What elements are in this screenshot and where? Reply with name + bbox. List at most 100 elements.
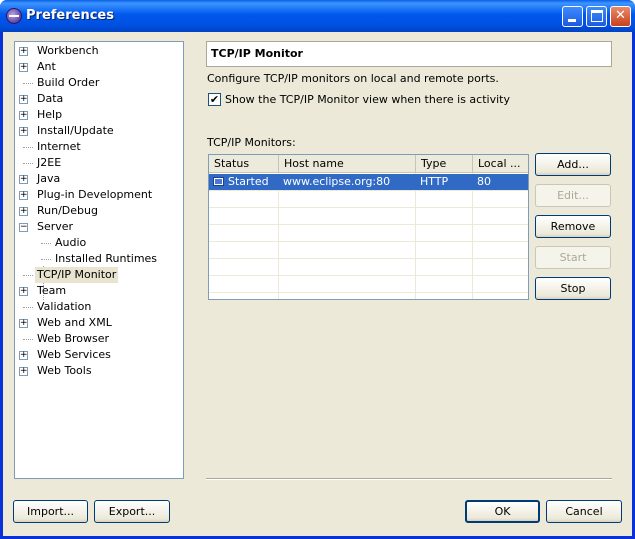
tree-item-label: Install/Update	[37, 124, 114, 137]
expand-icon[interactable]: +	[19, 127, 28, 136]
tree-connector	[23, 83, 33, 84]
empty-row	[209, 225, 528, 242]
tree-item[interactable]: Build Order	[15, 75, 183, 91]
window-title: Preferences	[26, 8, 114, 23]
maximize-button[interactable]	[586, 6, 607, 27]
tree-item[interactable]: Validation	[15, 299, 183, 315]
tree-item[interactable]: + Java	[15, 171, 183, 187]
page-title: TCP/IP Monitor	[206, 41, 612, 67]
tree-item-label: Run/Debug	[37, 204, 98, 217]
tree-connector	[41, 259, 51, 260]
expand-icon[interactable]: +	[19, 95, 28, 104]
column-header-type[interactable]: Type	[416, 155, 473, 173]
tree-item-label: Server	[37, 220, 74, 233]
tree-item-label: Team	[37, 284, 67, 297]
tree-item-label: J2EE	[37, 156, 62, 169]
column-header-host[interactable]: Host name	[279, 155, 416, 173]
minimize-button[interactable]	[562, 6, 583, 27]
expand-icon[interactable]: +	[19, 351, 28, 360]
tree-item[interactable]: Installed Runtimes	[15, 251, 183, 267]
edit-button[interactable]: Edit...	[535, 184, 611, 207]
remove-button[interactable]: Remove	[535, 215, 611, 238]
empty-row	[209, 191, 528, 208]
tree-item-label: Web Browser	[37, 332, 110, 345]
tree-item[interactable]: + Install/Update	[15, 123, 183, 139]
dialog-body: + Workbench + Ant Build Order + Data + Help + Inst…	[3, 32, 632, 536]
cancel-button[interactable]: Cancel	[546, 500, 622, 523]
monitors-label: TCP/IP Monitors:	[207, 136, 296, 149]
maximize-icon	[591, 10, 603, 22]
table-row[interactable]: Started www.eclipse.org:80 HTTP 80	[209, 174, 528, 191]
preference-tree[interactable]: + Workbench + Ant Build Order + Data + Help + Inst…	[14, 41, 184, 479]
table-header: Status Host name Type Local ...	[209, 155, 528, 173]
tree-item[interactable]: + Web Tools	[15, 363, 183, 379]
row-host: www.eclipse.org:80	[283, 175, 391, 188]
tree-item-label: Workbench	[37, 44, 99, 57]
export-button[interactable]: Export...	[94, 500, 170, 523]
checkmark-icon: ✔	[209, 93, 220, 106]
tree-item[interactable]: + Plug-in Development	[15, 187, 183, 203]
tree-item[interactable]: + Web Services	[15, 347, 183, 363]
expand-icon[interactable]: +	[19, 111, 28, 120]
tree-item-label: Web Tools	[37, 364, 92, 377]
tree-item-label: Audio	[55, 236, 87, 249]
tree-connector	[23, 147, 33, 148]
tree-item[interactable]: TCP/IP Monitor	[15, 267, 183, 283]
empty-row	[209, 259, 528, 276]
tree-item[interactable]: + Web and XML	[15, 315, 183, 331]
expand-icon[interactable]: +	[19, 47, 28, 56]
tree-item[interactable]: + Team	[15, 283, 183, 299]
expand-icon[interactable]: +	[19, 191, 28, 200]
title-bar[interactable]: Preferences ✕	[0, 0, 635, 32]
column-header-local[interactable]: Local ...	[473, 155, 528, 173]
tree-item-label: Validation	[37, 300, 92, 313]
expand-icon[interactable]: +	[19, 367, 28, 376]
add-button[interactable]: Add...	[535, 153, 611, 176]
collapse-icon[interactable]: −	[19, 223, 28, 232]
minimize-icon	[568, 19, 576, 22]
expand-icon[interactable]: +	[19, 319, 28, 328]
tree-connector	[23, 307, 33, 308]
eclipse-icon	[6, 8, 22, 24]
stop-button[interactable]: Stop	[535, 277, 611, 300]
tree-item[interactable]: + Ant	[15, 59, 183, 75]
start-button[interactable]: Start	[535, 246, 611, 269]
expand-icon[interactable]: +	[19, 175, 28, 184]
tree-item[interactable]: J2EE	[15, 155, 183, 171]
tree-item[interactable]: − Server	[15, 219, 183, 235]
tree-item-label: Internet	[37, 140, 81, 153]
show-view-checkbox[interactable]: ✔	[208, 93, 221, 106]
column-header-status[interactable]: Status	[209, 155, 279, 173]
tree-item[interactable]: + Workbench	[15, 43, 183, 59]
tree-item-label: Build Order	[37, 76, 100, 89]
empty-row	[209, 276, 528, 293]
row-local-port: 80	[477, 175, 491, 188]
tree-item-label: Data	[37, 92, 64, 105]
tree-item[interactable]: + Help	[15, 107, 183, 123]
page-description: Configure TCP/IP monitors on local and r…	[207, 72, 499, 85]
expand-icon[interactable]: +	[19, 63, 28, 72]
tree-item-label: Java	[37, 172, 61, 185]
tree-item[interactable]: + Run/Debug	[15, 203, 183, 219]
monitors-table[interactable]: Status Host name Type Local ... Started …	[208, 154, 529, 300]
tree-item[interactable]: + Data	[15, 91, 183, 107]
close-button[interactable]: ✕	[610, 6, 631, 27]
tree-item[interactable]: Web Browser	[15, 331, 183, 347]
expand-icon[interactable]: +	[19, 207, 28, 216]
tree-item-label: Installed Runtimes	[55, 252, 158, 265]
row-type: HTTP	[420, 175, 449, 188]
tree-item-label: Ant	[37, 60, 56, 73]
empty-row	[209, 242, 528, 259]
monitor-icon	[213, 177, 224, 186]
tree-item-label: Plug-in Development	[37, 188, 153, 201]
tree-item-label: Web Services	[37, 348, 111, 361]
expand-icon[interactable]: +	[19, 287, 28, 296]
empty-row	[209, 208, 528, 225]
import-button[interactable]: Import...	[13, 500, 88, 523]
page-separator	[206, 478, 612, 480]
ok-button[interactable]: OK	[465, 500, 540, 523]
tree-item[interactable]: Audio	[15, 235, 183, 251]
tree-item[interactable]: Internet	[15, 139, 183, 155]
tree-connector	[23, 275, 33, 276]
tree-connector	[41, 243, 51, 244]
